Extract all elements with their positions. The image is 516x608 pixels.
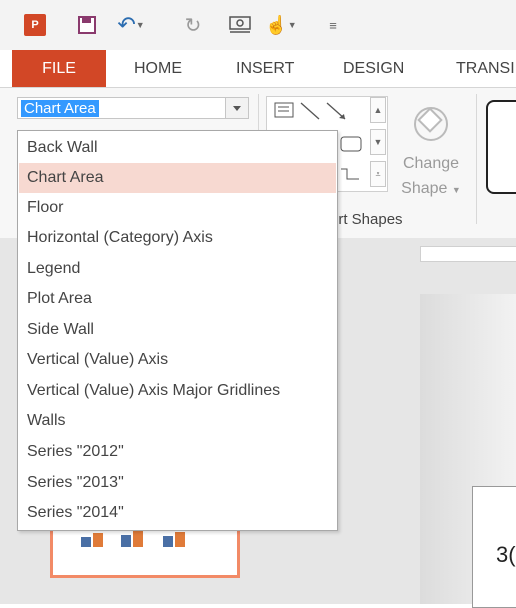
dropdown-option-series-2013[interactable]: Series "2013" — [19, 468, 336, 498]
powerpoint-logo-icon: P — [24, 14, 46, 36]
dropdown-option-chart-area[interactable]: Chart Area — [19, 163, 336, 193]
thumbnail-bar — [163, 536, 173, 547]
chart-elements-dropdown: Back Wall Chart Area Floor Horizontal (C… — [17, 130, 338, 531]
quick-access-toolbar: P ↶ ▼ ↻ ☝ ▼ ≡ — [0, 0, 516, 50]
tab-design[interactable]: DESIGN — [343, 50, 404, 87]
dropdown-option-floor[interactable]: Floor — [19, 193, 336, 223]
dropdown-option-vertical-value-axis-gridlines[interactable]: Vertical (Value) Axis Major Gridlines — [19, 376, 336, 406]
chart-elements-select[interactable]: Chart Area — [17, 97, 249, 119]
tab-transitions[interactable]: TRANSI — [456, 50, 515, 87]
slide-content-text: 3( — [496, 542, 516, 567]
insert-shapes-group-label: ert Shapes — [330, 211, 403, 228]
customize-toolbar-icon[interactable]: ≡ — [326, 14, 340, 36]
dropdown-option-horizontal-category-axis[interactable]: Horizontal (Category) Axis — [19, 223, 336, 253]
start-from-beginning-icon[interactable] — [228, 14, 254, 36]
tab-insert[interactable]: INSERT — [236, 50, 294, 87]
thumbnail-bar — [93, 533, 103, 547]
touch-mode-icon[interactable]: ☝ ▼ — [265, 14, 297, 36]
gallery-scroll-up-button[interactable]: ▲ — [370, 97, 386, 123]
undo-dropdown-icon[interactable]: ▼ — [136, 20, 145, 30]
tab-home[interactable]: HOME — [134, 50, 182, 87]
dropdown-option-side-wall[interactable]: Side Wall — [19, 315, 336, 345]
dropdown-option-series-2014[interactable]: Series "2014" — [19, 498, 336, 528]
thumbnail-bar — [81, 537, 91, 547]
save-icon[interactable] — [78, 16, 96, 34]
change-shape-icon — [414, 107, 448, 141]
gallery-scroll-down-button[interactable]: ▼ — [370, 129, 386, 155]
dropdown-option-walls[interactable]: Walls — [19, 406, 336, 436]
change-shape-label: Change — [402, 155, 460, 172]
dropdown-option-back-wall[interactable]: Back Wall — [19, 133, 336, 163]
dropdown-option-plot-area[interactable]: Plot Area — [19, 284, 336, 314]
chevron-down-icon: ▼ — [451, 185, 461, 195]
ribbon-tabs: FILE HOME INSERT DESIGN TRANSI — [0, 50, 516, 88]
touch-mode-dropdown-icon[interactable]: ▼ — [288, 20, 297, 30]
chevron-down-icon[interactable] — [225, 98, 248, 118]
tab-file[interactable]: FILE — [12, 50, 106, 87]
thumbnail-bar — [133, 531, 143, 547]
shape-style-preview[interactable] — [486, 100, 516, 194]
change-shape-label-2: Shape ▼ — [401, 180, 461, 197]
horizontal-ruler — [420, 246, 516, 262]
thumbnail-bar — [121, 535, 131, 547]
dropdown-option-legend[interactable]: Legend — [19, 254, 336, 284]
thumbnail-bar — [175, 532, 185, 547]
dropdown-option-series-2012[interactable]: Series "2012" — [19, 437, 336, 467]
undo-icon[interactable]: ↶ ▼ — [117, 12, 145, 37]
chart-elements-select-value: Chart Area — [21, 100, 99, 117]
change-shape-button[interactable]: Change Shape ▼ — [396, 100, 466, 200]
redo-icon[interactable]: ↻ — [182, 14, 204, 37]
ribbon-separator — [476, 94, 477, 224]
gallery-more-button[interactable]: ⩡ — [370, 161, 386, 187]
dropdown-option-vertical-value-axis[interactable]: Vertical (Value) Axis — [19, 345, 336, 375]
